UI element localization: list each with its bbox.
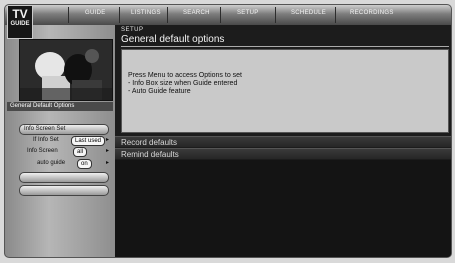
chevron-right-icon[interactable]: ▸ bbox=[106, 136, 109, 145]
breadcrumb: SETUP bbox=[121, 27, 144, 33]
main-panel: SETUP General default options Press Menu… bbox=[115, 25, 451, 257]
option-label-auto-guide: auto guide bbox=[37, 160, 66, 166]
logo-subtext: GUIDE bbox=[10, 21, 30, 27]
info-line: Press Menu to access Options to set bbox=[128, 72, 242, 79]
sidebar-item-info-screen-set[interactable]: Info Screen Set bbox=[19, 124, 109, 135]
tab-divider bbox=[68, 7, 69, 23]
page-title: General default options bbox=[121, 34, 225, 45]
tab-search[interactable]: SEARCH bbox=[183, 10, 210, 16]
option-value-info-screen[interactable]: all bbox=[73, 147, 88, 157]
video-frame-image bbox=[20, 40, 112, 100]
divider bbox=[121, 46, 449, 47]
tab-divider bbox=[119, 7, 120, 23]
sidebar: General Default Options Info Screen Set … bbox=[5, 25, 115, 257]
option-label-info-screen: Info Screen bbox=[27, 148, 58, 154]
info-line: - Info Box size when Guide entered bbox=[128, 80, 238, 87]
section-remind-defaults[interactable]: Remind defaults bbox=[115, 148, 451, 159]
tv-guide-logo: TV GUIDE bbox=[7, 5, 33, 39]
logo-text: TV bbox=[12, 7, 28, 21]
top-nav-bar: GUIDE LISTINGS SEARCH SETUP SCHEDULE REC… bbox=[5, 5, 451, 26]
section-record-defaults[interactable]: Record defaults bbox=[115, 136, 451, 147]
option-label-info-set: If Info Set bbox=[33, 137, 59, 143]
option-value-auto-guide[interactable]: on bbox=[77, 159, 92, 169]
tab-divider bbox=[167, 7, 168, 23]
info-text-box: Press Menu to access Options to set - In… bbox=[121, 49, 449, 133]
sidebar-item-blank[interactable] bbox=[19, 185, 109, 196]
tab-schedule[interactable]: SCHEDULE bbox=[291, 10, 326, 16]
tab-divider bbox=[275, 7, 276, 23]
tab-listings[interactable]: LISTINGS bbox=[131, 10, 161, 16]
sidebar-item-blank[interactable] bbox=[19, 172, 109, 183]
tab-divider bbox=[335, 7, 336, 23]
info-line: - Auto Guide feature bbox=[128, 88, 191, 95]
chevron-right-icon[interactable]: ▸ bbox=[106, 147, 109, 156]
sidebar-title: General Default Options bbox=[7, 102, 113, 111]
tab-recordings[interactable]: RECORDINGS bbox=[350, 10, 394, 16]
option-value-info-set[interactable]: Last used bbox=[71, 136, 106, 146]
tab-guide[interactable]: GUIDE bbox=[85, 10, 106, 16]
tab-divider bbox=[220, 7, 221, 23]
live-video-thumbnail bbox=[19, 39, 113, 101]
chevron-right-icon[interactable]: ▸ bbox=[106, 159, 109, 168]
tv-screen: GUIDE LISTINGS SEARCH SETUP SCHEDULE REC… bbox=[4, 4, 452, 258]
empty-list-area bbox=[115, 160, 451, 257]
tab-setup[interactable]: SETUP bbox=[237, 10, 259, 16]
